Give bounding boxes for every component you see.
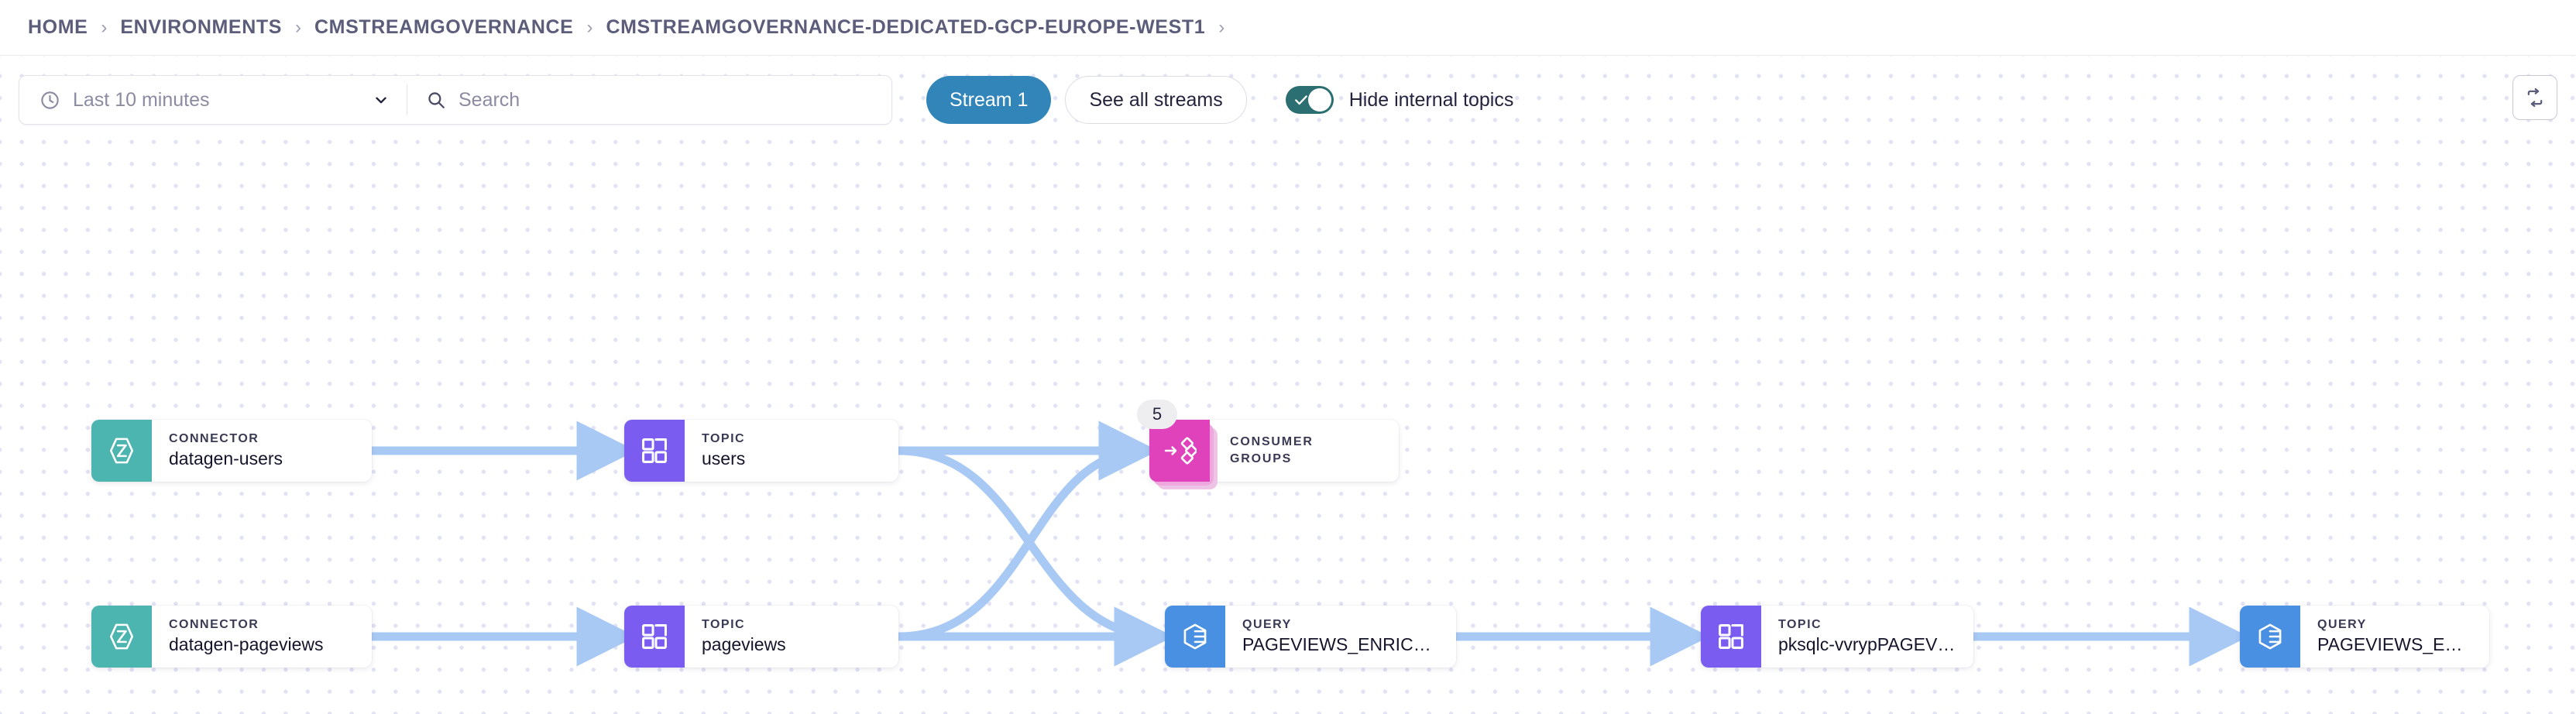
node-kind-label: TOPIC xyxy=(1778,617,1822,631)
hide-internal-topics-toggle[interactable]: Hide internal topics xyxy=(1285,86,1514,114)
node-topic-pageviews[interactable]: TOPIC pageviews xyxy=(624,606,898,668)
node-title-label: pageviews xyxy=(702,634,786,655)
see-all-streams-button[interactable]: See all streams xyxy=(1065,76,1247,124)
breadcrumb-item-environments[interactable]: ENVIRONMENTS xyxy=(120,16,282,39)
stream-1-button[interactable]: Stream 1 xyxy=(926,76,1052,124)
clock-icon xyxy=(39,90,60,111)
node-title-label: datagen-users xyxy=(169,448,283,469)
breadcrumb-separator-icon: › xyxy=(586,16,593,38)
query-icon xyxy=(2240,606,2300,668)
time-range-selector[interactable]: Last 10 minutes xyxy=(19,76,407,124)
node-title-label: datagen-pageviews xyxy=(169,634,324,655)
hide-internal-topics-label: Hide internal topics xyxy=(1348,88,1514,111)
node-kind-label: TOPIC xyxy=(702,617,746,631)
node-text: QUERY PAGEVIEWS_ENRICHED xyxy=(1225,606,1456,668)
connector-icon xyxy=(91,606,152,668)
node-text: CONNECTOR datagen-pageviews xyxy=(152,606,372,668)
breadcrumb: HOME › ENVIRONMENTS › CMSTREAMGOVERNANCE… xyxy=(0,0,2576,56)
node-text: CONNECTOR datagen-users xyxy=(152,420,372,482)
filter-bar: Last 10 minutes xyxy=(19,75,892,125)
breadcrumb-item-home[interactable]: HOME xyxy=(28,16,88,39)
consumer-groups-count-badge: 5 xyxy=(1137,400,1177,429)
topic-grid-icon xyxy=(1701,606,1761,668)
node-title-label: pksqlc-vvrypPAGEVIE… xyxy=(1778,634,1956,655)
toggle-switch[interactable] xyxy=(1285,86,1334,114)
chevron-down-icon xyxy=(373,91,390,108)
check-icon xyxy=(1293,92,1309,112)
node-title-label: users xyxy=(702,448,746,469)
node-kind-label: QUERY xyxy=(2317,617,2367,631)
toggle-knob xyxy=(1307,88,1331,112)
topic-grid-icon xyxy=(624,606,685,668)
query-icon xyxy=(1165,606,1225,668)
node-text: TOPIC users xyxy=(685,420,898,482)
search-box[interactable] xyxy=(407,76,891,124)
refresh-button[interactable] xyxy=(2512,75,2557,120)
time-range-value: Last 10 minutes xyxy=(73,88,210,111)
breadcrumb-separator-icon: › xyxy=(295,16,302,38)
canvas-toolbar: Last 10 minutes Stream 1 See xyxy=(19,73,2557,127)
topic-grid-icon xyxy=(624,420,685,482)
consumer-groups-icon xyxy=(1149,420,1210,482)
node-kind-label: CONNECTOR xyxy=(169,617,259,631)
node-text: TOPIC pksqlc-vvrypPAGEVIE… xyxy=(1761,606,1973,668)
breadcrumb-separator-icon: › xyxy=(1218,16,1225,38)
node-kind-label: CONSUMER GROUPS xyxy=(1230,435,1314,465)
node-text: CONSUMER GROUPS xyxy=(1210,420,1399,482)
node-kind-label: CONNECTOR xyxy=(169,431,259,445)
breadcrumb-separator-icon: › xyxy=(101,16,108,38)
node-text: QUERY PAGEVIEWS_ENRI… xyxy=(2300,606,2489,668)
node-connector-datagen-pageviews[interactable]: CONNECTOR datagen-pageviews xyxy=(91,606,372,668)
connector-icon xyxy=(91,420,152,482)
node-topic-users[interactable]: TOPIC users xyxy=(624,420,898,482)
node-text: TOPIC pageviews xyxy=(685,606,898,668)
breadcrumb-item-cluster[interactable]: CMSTREAMGOVERNANCE-DEDICATED-GCP-EUROPE-… xyxy=(606,16,1205,39)
node-title-label: PAGEVIEWS_ENRICHED xyxy=(1242,634,1439,655)
edge-topic-pageviews-to-consumer-groups xyxy=(898,421,1159,641)
node-consumer-groups[interactable]: 5 CONSUMER GROUPS xyxy=(1137,400,1399,489)
node-kind-label: TOPIC xyxy=(702,431,746,445)
node-kind-label: QUERY xyxy=(1242,617,1292,631)
node-query-pageviews-enriched[interactable]: QUERY PAGEVIEWS_ENRICHED xyxy=(1165,606,1456,668)
stream-lineage-canvas[interactable]: Last 10 minutes Stream 1 See xyxy=(0,56,2576,714)
node-topic-pksqlc[interactable]: TOPIC pksqlc-vvrypPAGEVIE… xyxy=(1701,606,1973,668)
node-query-pageviews-enri[interactable]: QUERY PAGEVIEWS_ENRI… xyxy=(2240,606,2489,668)
breadcrumb-item-cmstreamgovernance[interactable]: CMSTREAMGOVERNANCE xyxy=(314,16,573,39)
node-connector-datagen-users[interactable]: CONNECTOR datagen-users xyxy=(91,420,372,482)
edge-topic-users-to-query-enriched xyxy=(898,446,1174,667)
search-input[interactable] xyxy=(459,76,874,124)
search-icon xyxy=(426,90,446,110)
node-title-label: PAGEVIEWS_ENRI… xyxy=(2317,634,2472,655)
